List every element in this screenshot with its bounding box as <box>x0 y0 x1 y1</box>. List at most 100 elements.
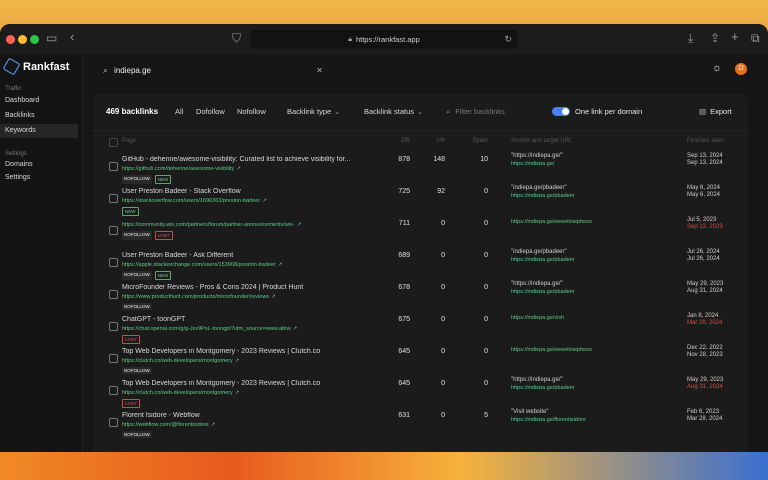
row-checkbox[interactable] <box>109 194 118 203</box>
table-row[interactable]: ChatGPT - toonGPT https://chat.openai.co… <box>93 313 748 346</box>
column-header-spam[interactable]: Spam <box>459 138 488 144</box>
row-checkbox[interactable] <box>109 162 118 171</box>
dr-value: 689 <box>398 252 410 259</box>
sidebar-item-settings[interactable]: Settings <box>0 171 78 185</box>
column-header-seen[interactable]: First/last seen <box>687 138 724 144</box>
share-icon[interactable]: ⇪ <box>710 31 720 45</box>
table-row[interactable]: GitHub - dehenne/awesome-visibility: Cur… <box>93 153 748 186</box>
download-icon[interactable]: ⤓ <box>688 31 693 46</box>
minimize-window-button[interactable] <box>18 35 27 44</box>
back-icon[interactable]: ‹ <box>70 29 74 44</box>
filter-nofollow[interactable]: Nofollow <box>237 107 266 116</box>
page-title-link[interactable]: MicroFounder Reviews - Pros & Cons 2024 … <box>122 284 372 291</box>
backlink-type-dropdown[interactable]: Backlink type ⌄ <box>287 107 340 116</box>
page-title-link[interactable]: GitHub - dehenne/awesome-visibility: Cur… <box>122 156 372 163</box>
table-row[interactable]: https://community.wix.com/partners/forum… <box>93 217 748 250</box>
dr-value: 645 <box>398 380 410 387</box>
page-url-link[interactable]: https://stackoverflow.com/users/1696363/… <box>122 198 267 204</box>
desktop-wallpaper <box>0 452 768 480</box>
page-url-link[interactable]: https://clutch.co/web-developers/montgom… <box>122 390 239 396</box>
column-header-ur[interactable]: UR <box>417 138 445 144</box>
page-url: https://www.producthunt.com/products/mic… <box>122 294 270 300</box>
row-checkbox[interactable] <box>109 322 118 331</box>
page-title-link[interactable]: Florent Isidore - Webflow <box>122 412 372 419</box>
table-row[interactable]: Florent Isidore - Webflow https://webflo… <box>93 409 748 442</box>
close-window-button[interactable] <box>6 35 15 44</box>
first-seen-date: Jul 26, 2024 <box>687 249 720 255</box>
sidebar-item-keywords[interactable]: Keywords <box>0 124 78 138</box>
page-url-link[interactable]: https://apple.stackexchange.com/users/15… <box>122 262 282 268</box>
page-url-link[interactable]: https://www.producthunt.com/products/mic… <box>122 294 276 300</box>
backlink-status-label: Backlink status <box>364 107 415 116</box>
page-url-link[interactable]: https://webflow.com/@florentisidore ↗ <box>122 422 215 428</box>
filter-all[interactable]: All <box>175 107 183 116</box>
target-url-link[interactable]: https://indiepa.ge/florentisidore <box>511 417 586 423</box>
row-checkbox[interactable] <box>109 354 118 363</box>
table-row[interactable]: Top Web Developers in Montgomery - 2023 … <box>93 345 748 378</box>
row-badges: NOFOLLOW <box>122 367 152 374</box>
page-url-link[interactable]: https://community.wix.com/partners/forum… <box>122 222 301 228</box>
theme-toggle-sun-icon[interactable]: ☼ <box>712 62 722 74</box>
row-checkbox[interactable] <box>109 258 118 267</box>
export-button[interactable]: ▤ Export <box>699 107 732 116</box>
backlink-status-dropdown[interactable]: Backlink status ⌄ <box>364 107 423 116</box>
spam-value: 0 <box>484 188 488 195</box>
tab-overview-icon[interactable]: ⧉ <box>751 31 760 46</box>
clear-search-icon[interactable]: ✕ <box>316 66 323 75</box>
target-url-link[interactable]: https://indiepa.ge/pbadeer <box>511 193 575 199</box>
zoom-window-button[interactable] <box>30 35 39 44</box>
avatar[interactable]: D <box>735 63 747 75</box>
target-url-link[interactable]: https://indiepa.ge/sewellstephens <box>511 219 592 225</box>
select-all-checkbox[interactable] <box>109 138 118 147</box>
address-bar-url: https://rankfast.app <box>355 35 420 44</box>
target-url-link[interactable]: https://indiepa.ge/pbadeer <box>511 289 575 295</box>
table-row[interactable]: User Preston Badeer - Ask Different http… <box>93 249 748 282</box>
page-title-link[interactable]: Top Web Developers in Montgomery - 2023 … <box>122 348 372 355</box>
filter-dofollow[interactable]: Dofollow <box>196 107 225 116</box>
ur-value: 0 <box>441 380 445 387</box>
brand[interactable]: Rankfast <box>2 57 69 76</box>
table-row[interactable]: Top Web Developers in Montgomery - 2023 … <box>93 377 748 410</box>
target-url-link[interactable]: https://indiepa.ge/pbadeer <box>511 385 575 391</box>
nofollow-badge: NOFOLLOW <box>122 175 152 184</box>
sidebar-toggle-icon[interactable]: ▭ <box>46 31 57 45</box>
spam-value: 0 <box>484 220 488 227</box>
page-title-link[interactable]: Top Web Developers in Montgomery - 2023 … <box>122 380 372 387</box>
target-url-link[interactable]: https://indiepa.ge/ <box>511 161 554 167</box>
sidebar-item-backlinks[interactable]: Backlinks <box>0 109 78 123</box>
sidebar-item-domains[interactable]: Domains <box>0 158 78 172</box>
sidebar-item-dashboard[interactable]: Dashboard <box>0 94 78 108</box>
address-bar[interactable]: 🔒︎ https://rankfast.app ↻ <box>250 30 518 49</box>
column-header-anchor[interactable]: Anchor and target URL <box>511 138 572 144</box>
column-header-dr[interactable]: DR <box>383 138 410 144</box>
privacy-shield-icon[interactable]: ⛉ <box>232 31 241 46</box>
row-checkbox[interactable] <box>109 418 118 427</box>
page-url-link[interactable]: https://github.com/dehenne/awesome-visib… <box>122 166 241 172</box>
one-link-per-domain-label: One link per domain <box>575 107 643 116</box>
page-url-link[interactable]: https://clutch.co/web-developers/montgom… <box>122 358 239 364</box>
new-badge: NEW <box>154 175 172 184</box>
page-title-link[interactable]: User Preston Badeer - Stack Overflow <box>122 188 372 195</box>
target-url-link[interactable]: https://indiepa.ge/sewellstephens <box>511 347 592 353</box>
row-checkbox[interactable] <box>109 386 118 395</box>
target-url-link[interactable]: https://indiepa.ge/vish <box>511 315 564 321</box>
table-row[interactable]: User Preston Badeer - Stack Overflow htt… <box>93 185 748 218</box>
row-badges: LOST <box>122 399 140 408</box>
target-url-link[interactable]: https://indiepa.ge/pbadeer <box>511 257 575 263</box>
row-checkbox[interactable] <box>109 290 118 299</box>
filter-backlinks-input[interactable]: ⌕ Filter backlinks <box>446 107 505 117</box>
spam-value: 0 <box>484 348 488 355</box>
new-tab-icon[interactable]: + <box>731 29 739 44</box>
dr-value: 678 <box>398 284 410 291</box>
page-title-link[interactable]: User Preston Badeer - Ask Different <box>122 252 372 259</box>
table-row[interactable]: MicroFounder Reviews - Pros & Cons 2024 … <box>93 281 748 314</box>
page-title-link[interactable]: ChatGPT - toonGPT <box>122 316 372 323</box>
page-url-link[interactable]: https://chat.openai.com/g/g-Jsx9PsL-toon… <box>122 326 297 332</box>
domain-search[interactable]: ⌕ indiepa.ge ✕ <box>103 61 323 79</box>
reload-icon[interactable]: ↻ <box>504 34 512 45</box>
search-input[interactable]: indiepa.ge <box>114 66 151 75</box>
one-link-per-domain-toggle[interactable] <box>552 107 570 116</box>
anchor-text: "https://indiepa.ge/" <box>511 377 563 383</box>
row-checkbox[interactable] <box>109 226 118 235</box>
column-header-page[interactable]: Page <box>122 138 136 144</box>
